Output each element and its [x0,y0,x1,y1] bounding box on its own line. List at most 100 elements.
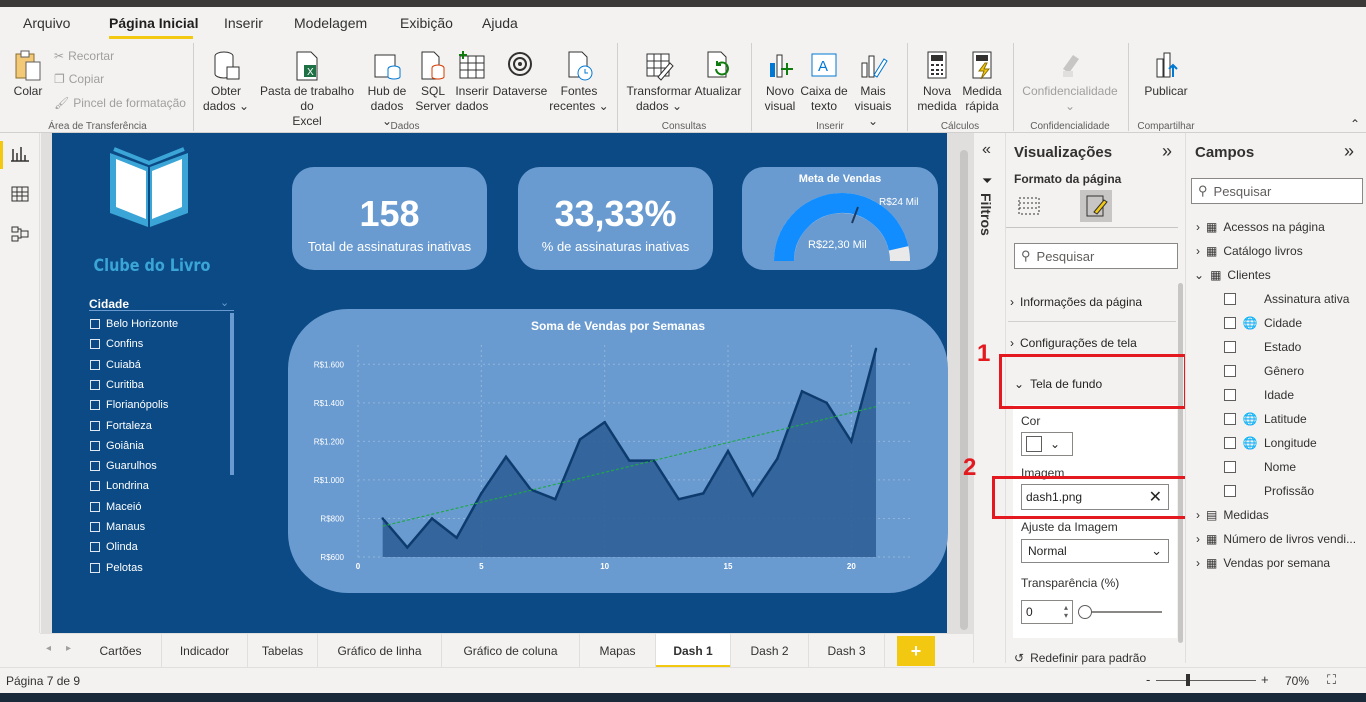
recortar-button[interactable]: ✂ Recortar [54,49,114,63]
slicer-item[interactable]: Curitiba [90,379,144,391]
menu-pagina-inicial[interactable]: Página Inicial [109,15,198,31]
collapse-right-icon[interactable]: » [1162,141,1172,162]
slicer-item[interactable]: Maceió [90,501,141,513]
checkbox[interactable] [90,400,100,411]
menu-exibicao[interactable]: Exibição [400,15,453,31]
slicer-item[interactable]: Cuiabá [90,359,141,371]
section-informacoes-pagina[interactable]: › Informações da página [1010,295,1142,309]
menu-ajuda[interactable]: Ajuda [482,15,518,31]
checkbox[interactable] [90,501,100,512]
model-view-icon[interactable] [10,225,30,243]
checkbox[interactable] [90,461,100,472]
scrollbar-thumb[interactable] [960,150,968,630]
field-item[interactable]: Nome [1224,460,1296,474]
fontes-recentes-button[interactable]: Fontes recentes ⌄ [548,49,610,114]
menu-arquivo[interactable]: Arquivo [23,15,70,31]
checkbox[interactable] [90,319,100,329]
slicer-scrollbar[interactable] [230,313,234,475]
tab-indicador[interactable]: Indicador [162,634,248,668]
slicer-item[interactable]: Pelotas [90,562,143,574]
checkbox[interactable] [90,339,100,350]
caixa-texto-button[interactable]: A Caixa de texto [800,49,848,114]
zoom-in-button[interactable]: + [1261,672,1269,687]
publicar-button[interactable]: Publicar [1138,49,1194,99]
viz-scrollbar[interactable] [1178,283,1183,643]
checkbox[interactable] [90,542,100,553]
checkbox[interactable] [1224,389,1236,401]
area-chart-card[interactable]: Soma de Vendas por Semanas R$600 R$800 R$1… [288,309,948,593]
color-picker[interactable]: ⌄ [1021,432,1073,456]
collapse-ribbon-icon[interactable]: ⌃ [1350,117,1360,131]
slicer-item[interactable]: Florianópolis [90,399,168,411]
slicer-item[interactable]: Fortaleza [90,420,152,432]
table-numero[interactable]: › ▦ Número de livros vendi... [1196,532,1356,546]
fields-search-input[interactable]: ⚲ Pesquisar [1191,178,1363,204]
checkbox[interactable] [90,440,100,451]
nova-medida-button[interactable]: Nova medida [915,49,959,114]
checkbox[interactable] [1224,461,1236,473]
tab-gráfico-de-linha[interactable]: Gráfico de linha [318,634,442,668]
menu-inserir[interactable]: Inserir [224,15,263,31]
inserir-dados-button[interactable]: Inserir dados [453,49,491,114]
obter-dados-button[interactable]: Obter dados ⌄ [200,49,252,114]
canvas-scrollbar[interactable] [960,145,968,633]
table-medidas[interactable]: › ▤ Medidas [1196,508,1269,522]
transparency-slider-thumb[interactable] [1078,605,1092,619]
table-acessos[interactable]: › ▦ Acessos na página [1196,220,1325,234]
fit-page-icon[interactable]: ⛶ [1327,672,1336,688]
confidencialidade-button[interactable]: Confidencialidade ⌄ [1020,49,1120,114]
tab-gráfico-de-coluna[interactable]: Gráfico de coluna [442,634,580,668]
checkbox[interactable] [90,420,100,431]
menu-modelagem[interactable]: Modelagem [294,15,367,31]
checkbox[interactable] [90,522,100,532]
gauge-card[interactable]: Meta de Vendas R$24 Mil R$22,30 Mil [742,167,938,270]
viz-search-input[interactable]: ⚲ Pesquisar [1014,243,1178,269]
checkbox[interactable] [90,562,100,573]
chevron-down-icon[interactable]: ⌄ [220,296,229,309]
colar-button[interactable]: Colar [10,49,46,99]
tab-tabelas[interactable]: Tabelas [248,634,318,668]
image-fit-dropdown[interactable]: Normal ⌄ [1021,539,1169,563]
slicer-item[interactable]: Confins [90,338,143,350]
checkbox[interactable] [1224,293,1236,305]
checkbox[interactable] [1224,485,1236,497]
checkbox[interactable] [90,379,100,390]
checkbox[interactable] [90,481,100,492]
tab-dash-2[interactable]: Dash 2 [731,634,809,668]
zoom-out-button[interactable]: - [1146,672,1150,687]
slicer-item[interactable]: Guarulhos [90,460,157,472]
transparency-slider-track[interactable] [1084,611,1162,613]
sql-server-button[interactable]: SQL Server [412,49,454,114]
dataverse-button[interactable]: Dataverse [492,49,548,99]
field-item[interactable]: Profissão [1224,484,1314,498]
slicer-item[interactable]: Goiânia [90,440,144,452]
novo-visual-button[interactable]: Novo visual [760,49,800,114]
section-configuracoes-tela[interactable]: › Configurações de tela [1010,336,1137,350]
slicer-item[interactable]: Belo Horizonte [90,318,178,330]
expand-left-icon[interactable]: « [982,141,991,159]
slicer-item[interactable]: Londrina [90,480,149,492]
tab-cartões[interactable]: Cartões [80,634,162,668]
field-item[interactable]: 🌐 Cidade [1224,316,1302,330]
field-item[interactable]: Gênero [1224,364,1304,378]
fields-well-icon[interactable] [1016,193,1042,219]
field-item[interactable]: 🌐 Longitude [1224,436,1317,450]
kpi-card-percentual[interactable]: 33,33% % de assinaturas inativas [518,167,713,270]
checkbox[interactable] [1224,341,1236,353]
tab-mapas[interactable]: Mapas [580,634,656,668]
table-catalogo[interactable]: › ▦ Catálogo livros [1196,244,1303,258]
medida-rapida-button[interactable]: Medida rápida [959,49,1005,114]
copiar-button[interactable]: ❐ Copiar [54,72,104,86]
tab-dash-3[interactable]: Dash 3 [809,634,885,668]
format-paintbrush-icon[interactable] [1080,190,1112,222]
table-clientes[interactable]: ⌄ ▦ Clientes [1194,268,1271,282]
tab-dash-1[interactable]: Dash 1 [656,634,731,668]
scroll-right-icon[interactable]: ▸ [66,643,71,654]
collapse-right-icon[interactable]: » [1344,141,1354,162]
table-vendas[interactable]: › ▦ Vendas por semana [1196,556,1330,570]
field-item[interactable]: Assinatura ativa [1224,292,1349,306]
hub-dados-button[interactable]: Hub de dados ⌄ [364,49,410,129]
field-item[interactable]: Estado [1224,340,1301,354]
checkbox[interactable] [1224,317,1236,329]
zoom-slider-thumb[interactable] [1186,674,1190,686]
